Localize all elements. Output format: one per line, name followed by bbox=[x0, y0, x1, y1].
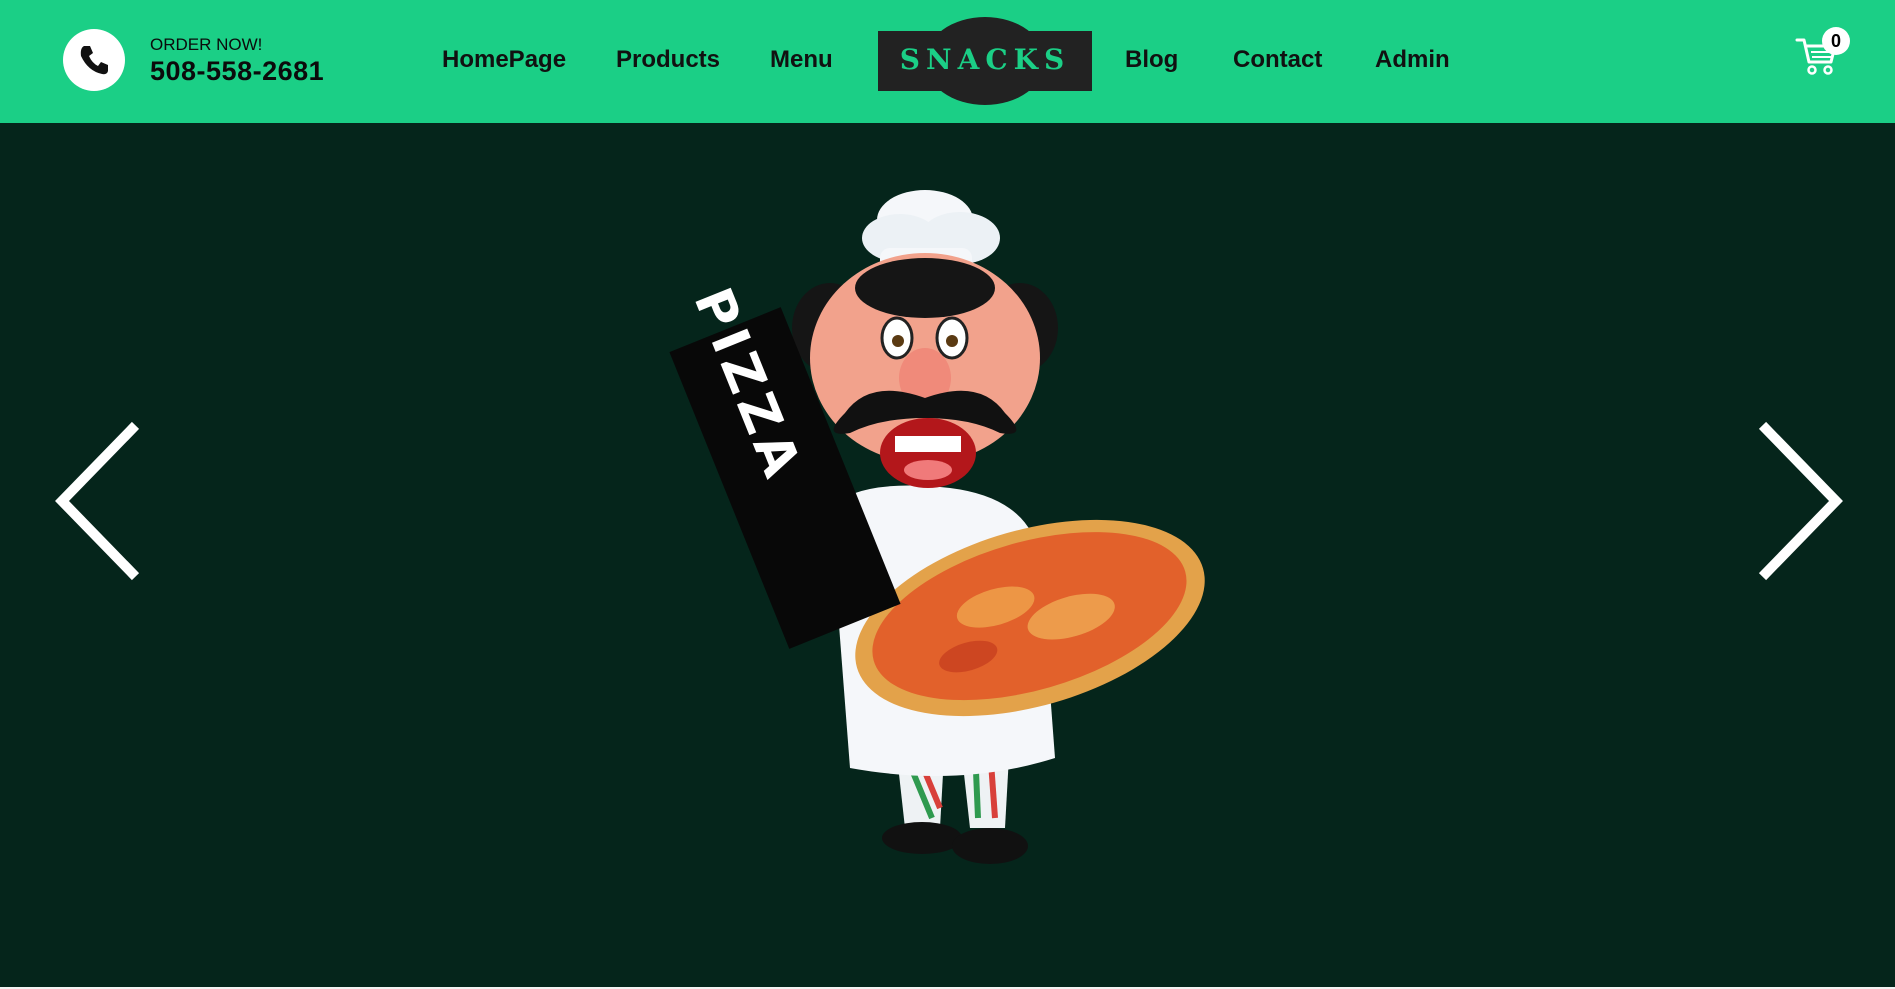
order-phone-number[interactable]: 508-558-2681 bbox=[150, 56, 324, 87]
nav-contact[interactable]: Contact bbox=[1233, 46, 1322, 74]
cart-count-badge: 0 bbox=[1822, 27, 1850, 55]
chevron-left-icon[interactable] bbox=[50, 421, 140, 581]
nav-blog[interactable]: Blog bbox=[1125, 46, 1178, 74]
nav-products[interactable]: Products bbox=[616, 46, 720, 74]
nav-menu[interactable]: Menu bbox=[770, 46, 833, 74]
phone-icon bbox=[63, 29, 125, 91]
nav-admin[interactable]: Admin bbox=[1375, 46, 1450, 74]
navbar: ORDER NOW! 508-558-2681 HomePage Product… bbox=[0, 0, 1895, 123]
hero-slider: PIZZA bbox=[0, 123, 1895, 987]
logo[interactable]: SNACKS bbox=[878, 17, 1092, 105]
chevron-right-icon[interactable] bbox=[1758, 421, 1848, 581]
order-now-label: ORDER NOW! bbox=[150, 35, 263, 54]
nav-homepage[interactable]: HomePage bbox=[442, 46, 566, 74]
logo-text: SNACKS bbox=[899, 43, 1071, 76]
pizza-chef-illustration: PIZZA bbox=[669, 190, 1205, 864]
